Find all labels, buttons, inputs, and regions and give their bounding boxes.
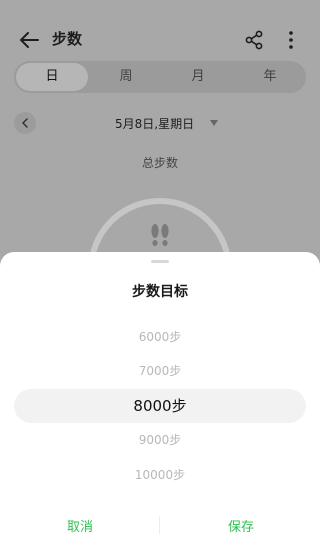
sheet-drag-handle[interactable] xyxy=(151,260,169,263)
back-arrow-icon[interactable] xyxy=(18,29,40,51)
page-title: 步数 xyxy=(52,30,83,48)
save-button[interactable]: 保存 xyxy=(228,516,254,535)
picker-option[interactable]: 7000步 xyxy=(0,354,320,388)
sheet-title: 步数目标 xyxy=(132,284,188,300)
date-selector: 5月8日,星期日 xyxy=(0,110,320,136)
tab-year[interactable]: 年 xyxy=(234,61,306,93)
total-steps-label: 总步数 xyxy=(141,156,178,170)
chevron-left-icon xyxy=(21,118,28,128)
previous-date-button[interactable] xyxy=(14,112,36,134)
picker-option[interactable]: 10000步 xyxy=(0,458,320,492)
picker-option[interactable]: 6000步 xyxy=(0,320,320,354)
cancel-button[interactable]: 取消 xyxy=(67,516,93,535)
step-goal-bottom-sheet: 步数目标 6000步 7000步 8000步 9000步 10000步 取消 保… xyxy=(0,252,320,549)
picker-option[interactable]: 9000步 xyxy=(0,423,320,457)
picker-option-selected[interactable]: 8000步 xyxy=(14,389,306,423)
footprints-icon xyxy=(151,224,169,246)
tab-day[interactable]: 日 xyxy=(16,63,88,91)
tab-month[interactable]: 月 xyxy=(162,61,234,93)
tab-week[interactable]: 周 xyxy=(90,61,162,93)
share-icon[interactable] xyxy=(244,30,264,50)
period-tabs: 日 周 月 年 xyxy=(14,61,306,93)
button-divider xyxy=(159,516,160,534)
caret-down-icon[interactable] xyxy=(210,120,218,126)
date-label[interactable]: 5月8日,星期日 xyxy=(115,115,194,132)
more-vertical-icon[interactable] xyxy=(286,30,296,50)
